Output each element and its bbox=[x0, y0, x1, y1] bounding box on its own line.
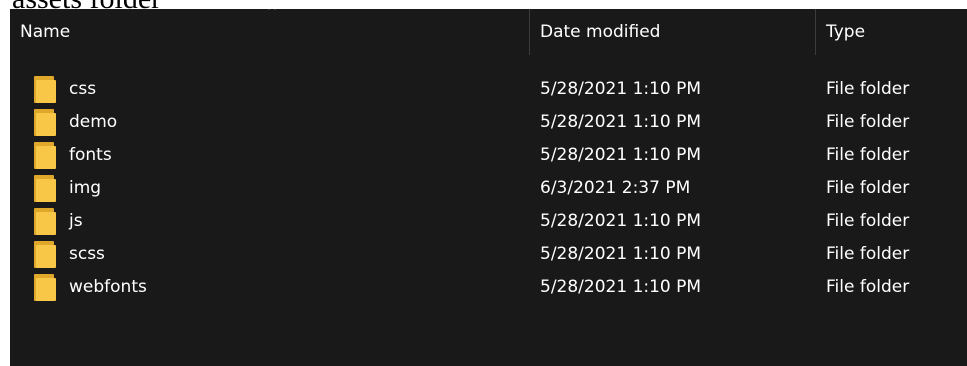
list-item-webfonts[interactable]: webfonts 5/28/2021 1:10 PM File folder bbox=[10, 271, 967, 304]
folder-icon bbox=[34, 208, 56, 235]
column-resize-handle-date[interactable] bbox=[815, 9, 816, 55]
column-header-name[interactable]: Name bbox=[20, 9, 70, 55]
file-type: File folder bbox=[826, 178, 910, 198]
folder-icon bbox=[34, 76, 56, 103]
column-header-row: ^ Name Date modified Type bbox=[10, 9, 967, 55]
date-modified: 5/28/2021 1:10 PM bbox=[540, 244, 702, 264]
file-type: File folder bbox=[826, 112, 910, 132]
folder-icon bbox=[34, 142, 56, 169]
file-name: demo bbox=[69, 112, 118, 132]
file-name: img bbox=[69, 178, 102, 198]
folder-icon bbox=[34, 274, 56, 301]
file-name: scss bbox=[69, 244, 105, 264]
date-modified: 5/28/2021 1:10 PM bbox=[540, 145, 702, 165]
date-modified: 5/28/2021 1:10 PM bbox=[540, 112, 702, 132]
column-header-type[interactable]: Type bbox=[826, 9, 865, 55]
column-resize-handle-name[interactable] bbox=[529, 9, 530, 55]
file-type: File folder bbox=[826, 79, 910, 99]
file-type: File folder bbox=[826, 244, 910, 264]
date-modified: 6/3/2021 2:37 PM bbox=[540, 178, 691, 198]
file-name: css bbox=[69, 79, 97, 99]
file-explorer-details-view: ^ Name Date modified Type css 5/28/2021 … bbox=[10, 9, 967, 366]
date-modified: 5/28/2021 1:10 PM bbox=[540, 211, 702, 231]
sort-ascending-caret-icon: ^ bbox=[267, 9, 278, 18]
file-name: webfonts bbox=[69, 277, 147, 297]
list-item-demo[interactable]: demo 5/28/2021 1:10 PM File folder bbox=[10, 106, 967, 139]
file-name: js bbox=[69, 211, 83, 231]
file-type: File folder bbox=[826, 211, 910, 231]
list-item-fonts[interactable]: fonts 5/28/2021 1:10 PM File folder bbox=[10, 139, 967, 172]
list-item-scss[interactable]: scss 5/28/2021 1:10 PM File folder bbox=[10, 238, 967, 271]
list-item-img[interactable]: img 6/3/2021 2:37 PM File folder bbox=[10, 172, 967, 205]
date-modified: 5/28/2021 1:10 PM bbox=[540, 79, 702, 99]
folder-icon bbox=[34, 241, 56, 268]
file-type: File folder bbox=[826, 277, 910, 297]
file-list: css 5/28/2021 1:10 PM File folder demo 5… bbox=[10, 73, 967, 304]
folder-icon bbox=[34, 109, 56, 136]
file-type: File folder bbox=[826, 145, 910, 165]
list-item-css[interactable]: css 5/28/2021 1:10 PM File folder bbox=[10, 73, 967, 106]
list-item-js[interactable]: js 5/28/2021 1:10 PM File folder bbox=[10, 205, 967, 238]
file-name: fonts bbox=[69, 145, 112, 165]
folder-icon bbox=[34, 175, 56, 202]
column-header-date-modified[interactable]: Date modified bbox=[540, 9, 660, 55]
date-modified: 5/28/2021 1:10 PM bbox=[540, 277, 702, 297]
